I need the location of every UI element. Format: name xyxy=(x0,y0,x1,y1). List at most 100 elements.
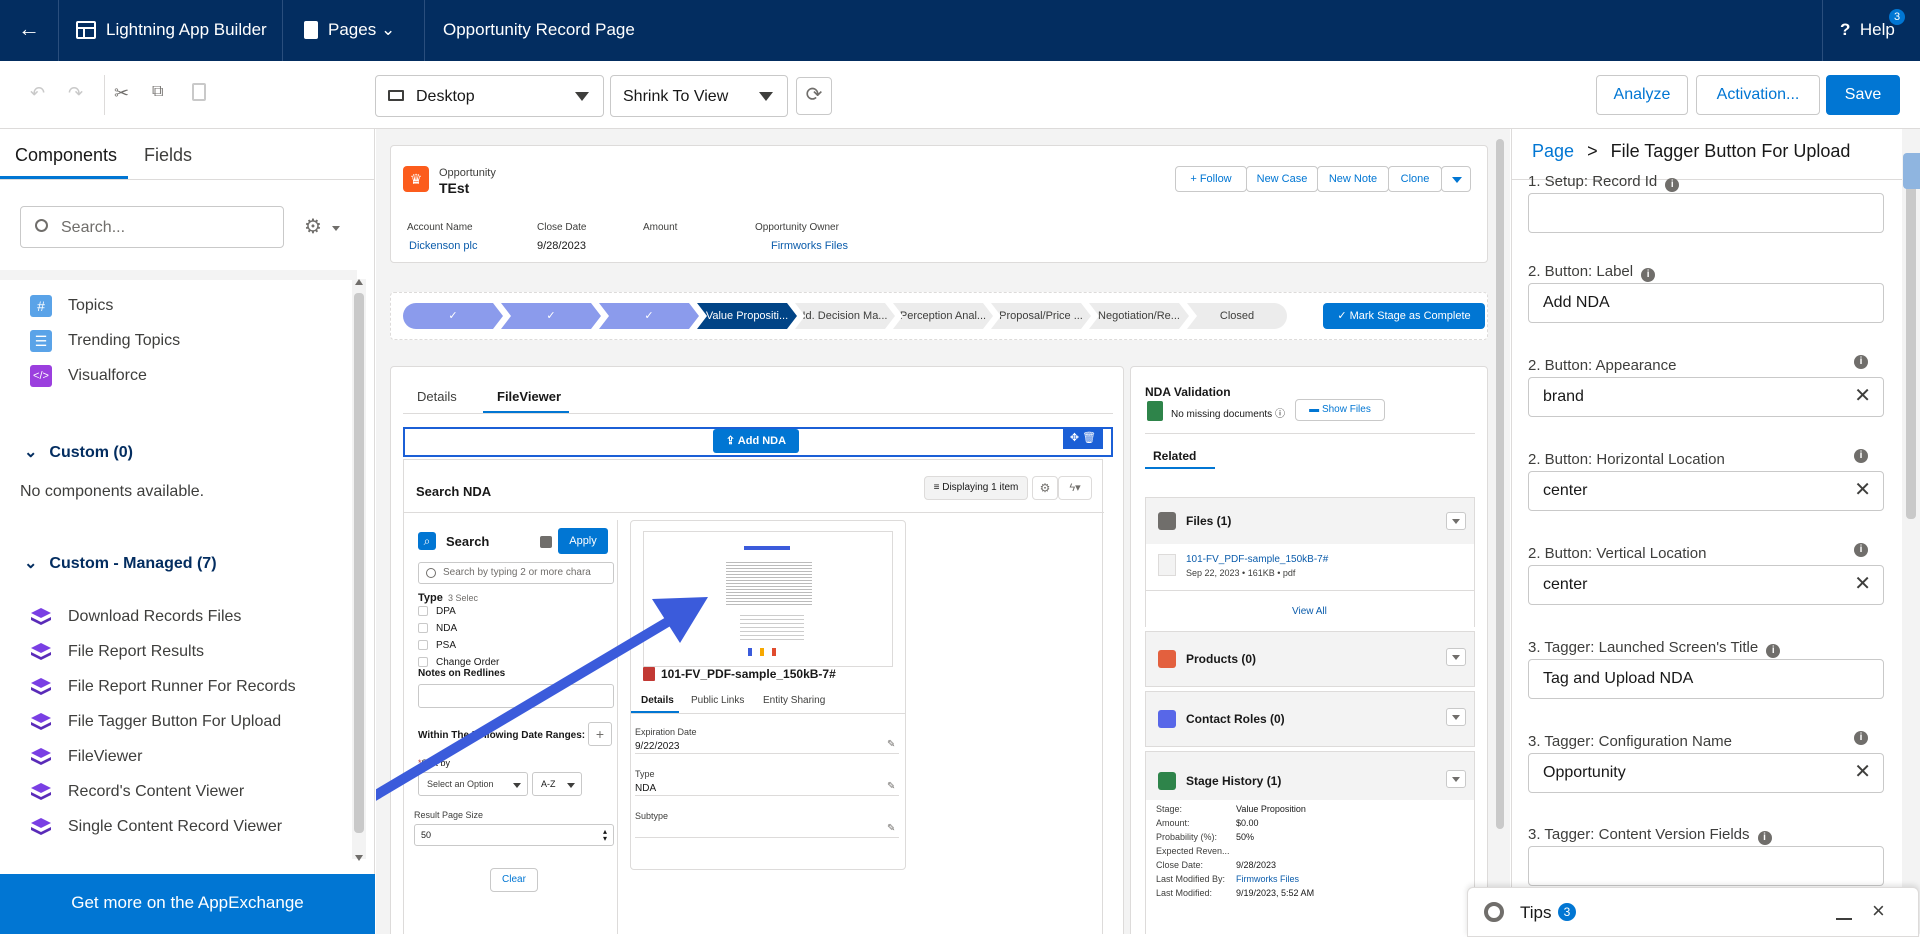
canvas-scrollbar[interactable] xyxy=(1494,129,1506,934)
field-label: Account Name xyxy=(407,222,473,233)
show-files-button[interactable]: ▬ Show Files xyxy=(1295,399,1385,421)
new-note-button[interactable]: New Note xyxy=(1317,166,1389,192)
path-stage[interactable]: Proposal/Price ... xyxy=(991,303,1091,329)
owner-link[interactable]: Firmworks Files xyxy=(771,240,848,252)
products-header[interactable]: Products (0) xyxy=(1186,652,1256,666)
scrollbar[interactable] xyxy=(352,279,366,861)
follow-button[interactable]: + Follow xyxy=(1175,166,1247,192)
close-icon[interactable]: × xyxy=(1872,898,1885,924)
redo-icon[interactable]: ↷ xyxy=(68,83,83,104)
undo-icon[interactable]: ↶ xyxy=(30,83,45,104)
path-stage[interactable]: Perception Anal... xyxy=(893,303,993,329)
property-input[interactable] xyxy=(1528,846,1884,886)
modified-by-link[interactable]: Firmworks Files xyxy=(1236,874,1299,884)
info-icon[interactable]: i xyxy=(1854,449,1868,463)
breadcrumb-page-link[interactable]: Page xyxy=(1532,141,1574,161)
info-icon[interactable]: i xyxy=(1854,543,1868,557)
tab-fields[interactable]: Fields xyxy=(144,145,192,166)
clear-icon[interactable]: ✕ xyxy=(1854,386,1871,406)
account-link[interactable]: Dickenson plc xyxy=(409,240,477,252)
path-stage[interactable]: Id. Decision Ma... xyxy=(795,303,895,329)
copy-icon[interactable]: ⧉ xyxy=(152,83,163,101)
component-controls[interactable]: ✥ 🗑 xyxy=(1063,427,1103,449)
stage-history-menu-button[interactable] xyxy=(1446,770,1466,788)
clear-icon[interactable]: ✕ xyxy=(1854,480,1871,500)
edit-icon[interactable]: ✎ xyxy=(887,823,895,834)
path-stage[interactable]: Closed xyxy=(1187,303,1287,329)
products-menu-button[interactable] xyxy=(1446,648,1466,666)
info-icon[interactable]: i xyxy=(1641,268,1656,282)
save-button[interactable]: Save xyxy=(1826,75,1900,115)
properties-scrollbar[interactable] xyxy=(1902,129,1920,934)
clone-button[interactable]: Clone xyxy=(1388,166,1442,192)
contact-icon xyxy=(1158,710,1176,728)
settings-menu[interactable]: ⚙ xyxy=(296,206,348,248)
clear-icon[interactable]: ✕ xyxy=(1854,574,1871,594)
property-input[interactable]: Opportunity ✕ xyxy=(1528,753,1884,793)
component-search[interactable]: Search... xyxy=(20,206,284,248)
property-input[interactable]: center ✕ xyxy=(1528,565,1884,605)
path-stage[interactable]: ✓ xyxy=(403,303,503,329)
file-meta: Sep 22, 2023 • 161KB • pdf xyxy=(1186,568,1296,578)
mark-stage-complete-button[interactable]: ✓ Mark Stage as Complete xyxy=(1323,303,1485,329)
property-input[interactable]: brand ✕ xyxy=(1528,377,1884,417)
files-header[interactable]: Files (1) xyxy=(1186,514,1231,528)
app-builder-icon xyxy=(76,21,96,39)
gear-icon[interactable]: ⚙ xyxy=(1032,476,1058,500)
move-icon[interactable]: ✥ xyxy=(1070,432,1079,444)
stage-field-label: Probability (%): xyxy=(1156,832,1218,842)
stage-field-label: Close Date: xyxy=(1156,860,1204,870)
new-case-button[interactable]: New Case xyxy=(1246,166,1318,192)
stage-history-header[interactable]: Stage History (1) xyxy=(1186,774,1281,788)
builder-toolbar: ↶ ↷ ✂ ⧉ Desktop Shrink To View ⟳ Analyze… xyxy=(0,61,1920,129)
property-input[interactable]: Add NDA xyxy=(1528,283,1884,323)
info-icon[interactable]: i xyxy=(1665,178,1680,192)
info-icon[interactable]: i xyxy=(1757,831,1772,845)
tab-related[interactable]: Related xyxy=(1153,449,1196,463)
bolt-icon[interactable]: ϟ▾ xyxy=(1058,476,1092,500)
stage-field-value: 9/28/2023 xyxy=(1236,860,1277,870)
file-link[interactable]: 101-FV_PDF-sample_150kB-7# xyxy=(1186,554,1328,565)
info-icon[interactable]: i xyxy=(1854,731,1868,745)
info-icon[interactable]: i xyxy=(1854,355,1868,369)
paste-icon[interactable] xyxy=(192,83,206,101)
refresh-button[interactable]: ⟳ xyxy=(796,77,832,115)
tips-label: Tips xyxy=(1520,903,1552,922)
minimize-icon[interactable] xyxy=(1836,918,1852,920)
tab-components[interactable]: Components xyxy=(15,145,117,166)
analyze-button[interactable]: Analyze xyxy=(1596,75,1688,115)
view-mode-select[interactable]: Shrink To View xyxy=(610,75,788,117)
property-input[interactable]: center ✕ xyxy=(1528,471,1884,511)
delete-icon[interactable]: 🗑 xyxy=(1082,432,1096,444)
path-stage[interactable]: Negotiation/Re... xyxy=(1089,303,1189,329)
caret-down-icon xyxy=(1452,177,1462,183)
panel-collapse-button[interactable] xyxy=(1903,153,1920,189)
tips-panel[interactable]: Tips 3 × xyxy=(1467,887,1919,937)
pages-menu[interactable]: Pages ⌄ xyxy=(328,20,395,40)
edit-icon[interactable]: ✎ xyxy=(887,781,895,792)
back-button[interactable]: ← xyxy=(18,16,40,42)
cut-icon[interactable]: ✂ xyxy=(114,83,129,104)
contact-roles-menu-button[interactable] xyxy=(1446,708,1466,726)
managed-section-header[interactable]: ⌄ Custom - Managed (7) xyxy=(24,553,217,573)
record-header[interactable]: ♛ Opportunity TEst + Follow New Case New… xyxy=(390,145,1488,263)
view-all-link[interactable]: View All xyxy=(1292,606,1327,617)
path-stage[interactable]: ✓ xyxy=(501,303,601,329)
contact-roles-header[interactable]: Contact Roles (0) xyxy=(1186,712,1285,726)
more-actions-button[interactable] xyxy=(1441,166,1471,192)
activation-button[interactable]: Activation... xyxy=(1696,75,1820,115)
property-input[interactable]: Tag and Upload NDA xyxy=(1528,659,1884,699)
appexchange-link[interactable]: Get more on the AppExchange xyxy=(0,874,375,934)
clear-icon[interactable]: ✕ xyxy=(1854,762,1871,782)
device-select[interactable]: Desktop xyxy=(375,75,604,117)
files-menu-button[interactable] xyxy=(1446,512,1466,530)
property-input[interactable] xyxy=(1528,193,1884,233)
clear-button[interactable]: Clear xyxy=(490,868,538,892)
custom-section-header[interactable]: ⌄ Custom (0) xyxy=(24,442,133,462)
edit-icon[interactable]: ✎ xyxy=(887,739,895,750)
info-icon[interactable]: i xyxy=(1766,644,1781,658)
help-button[interactable]: ? Help xyxy=(1840,20,1895,40)
path-stage[interactable]: ✓ xyxy=(599,303,699,329)
stage-field-value: $0.00 xyxy=(1236,818,1259,828)
path-stage[interactable]: Value Propositi... xyxy=(697,303,797,329)
